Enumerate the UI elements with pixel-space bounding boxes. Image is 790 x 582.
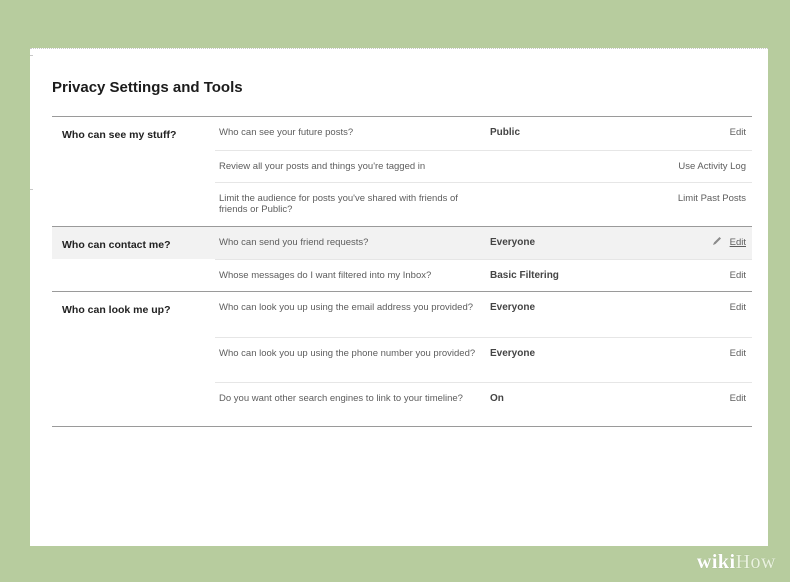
setting-question: Do you want other search engines to link… — [219, 393, 463, 404]
setting-row: Limit the audience for posts you've shar… — [215, 182, 752, 226]
section-label: Who can look me up? — [62, 304, 171, 316]
setting-question: Who can look you up using the phone numb… — [219, 348, 476, 359]
section-look-me-up: Who can look me up? Who can look you up … — [52, 291, 752, 427]
setting-value: On — [490, 393, 504, 404]
panel-edge-mark — [30, 55, 33, 56]
edit-link[interactable]: Edit — [730, 270, 746, 281]
setting-value: Public — [490, 127, 521, 138]
watermark-how: How — [735, 551, 776, 573]
edit-link[interactable]: Edit — [730, 237, 746, 248]
setting-row: Who can see your future posts? Public Ed… — [215, 117, 752, 150]
settings-table: Who can see my stuff? Who can see your f… — [52, 116, 752, 427]
setting-row: Whose messages do I want filtered into m… — [215, 259, 752, 291]
setting-question: Who can see your future posts? — [219, 127, 354, 138]
setting-question: Who can look you up using the email addr… — [219, 302, 474, 313]
edit-link[interactable]: Edit — [730, 393, 746, 404]
setting-row: Who can look you up using the email addr… — [215, 292, 752, 337]
page-title: Privacy Settings and Tools — [52, 79, 243, 96]
pencil-icon[interactable] — [712, 236, 722, 246]
section-see-my-stuff: Who can see my stuff? Who can see your f… — [52, 116, 752, 226]
setting-row: Do you want other search engines to link… — [215, 382, 752, 426]
watermark-wiki: wiki — [696, 551, 736, 573]
setting-question: Limit the audience for posts you've shar… — [219, 193, 458, 215]
privacy-settings-panel: Privacy Settings and Tools Who can see m… — [30, 48, 768, 546]
setting-value: Everyone — [490, 348, 536, 359]
setting-question: Who can send you friend requests? — [219, 237, 369, 248]
setting-row: Who can look you up using the phone numb… — [215, 337, 752, 382]
edit-link[interactable]: Edit — [730, 348, 746, 359]
edit-link[interactable]: Edit — [730, 127, 746, 138]
use-activity-log-link[interactable]: Use Activity Log — [678, 161, 746, 172]
wikihow-watermark: wikiHow — [697, 551, 776, 574]
section-label: Who can see my stuff? — [62, 129, 177, 141]
setting-value: Everyone — [490, 302, 536, 313]
section-label: Who can contact me? — [62, 239, 171, 251]
setting-value: Everyone — [490, 237, 536, 248]
section-contact-me: Who can contact me? Who can send you fri… — [52, 226, 752, 291]
setting-question: Whose messages do I want filtered into m… — [219, 270, 432, 281]
panel-edge-mark — [30, 189, 33, 190]
setting-value: Basic Filtering — [490, 270, 559, 281]
setting-question: Review all your posts and things you're … — [219, 161, 426, 172]
edit-link[interactable]: Edit — [730, 302, 746, 313]
setting-row: Review all your posts and things you're … — [215, 150, 752, 182]
limit-past-posts-link[interactable]: Limit Past Posts — [678, 193, 746, 204]
